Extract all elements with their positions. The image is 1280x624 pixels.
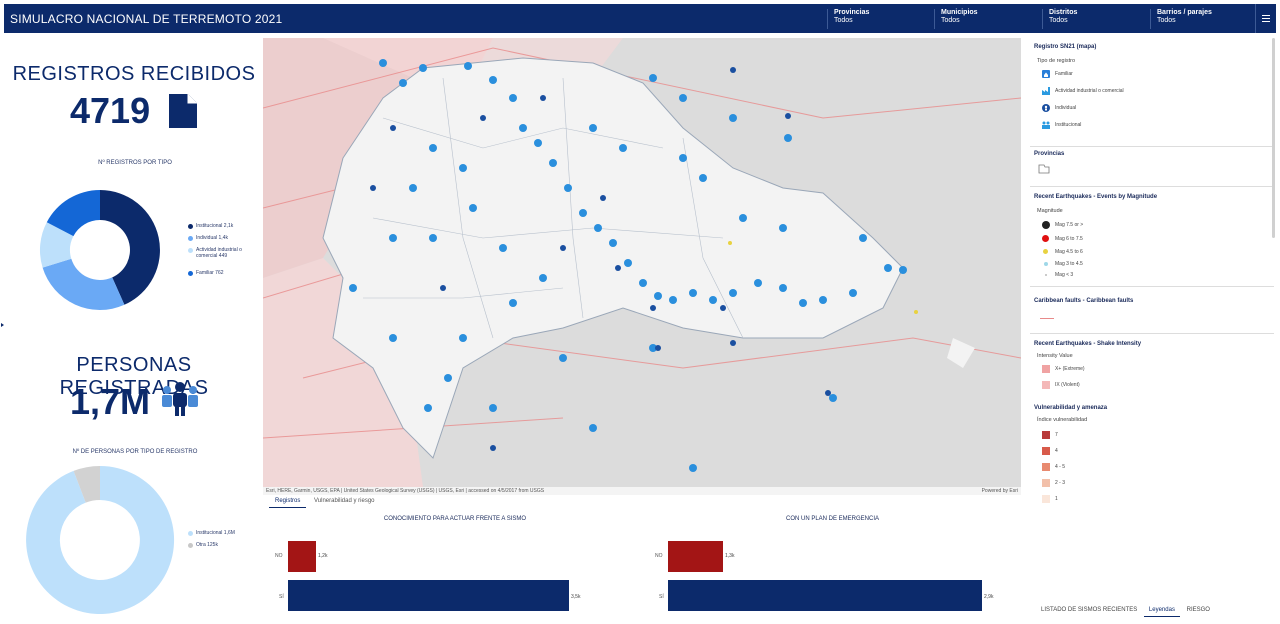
institution-icon [1042,121,1050,129]
legend-section-subtitle: Intensity Value [1037,353,1073,359]
bar-si [288,580,569,611]
filter-value: Todos [834,17,853,24]
bar-category-no: NO [655,553,663,559]
menu-icon[interactable] [1255,4,1276,33]
filter-municipios[interactable]: Municipios Todos [934,9,978,29]
tab-riesgo[interactable]: RIESGO [1182,605,1215,616]
tab-listado-sismos[interactable]: LISTADO DE SISMOS RECIENTES [1036,605,1142,616]
registros-title: REGISTROS RECIBIDOS [12,63,256,85]
donut-tipo-title: Nº REGISTROS POR TIPO [98,160,172,166]
bar-value-no: 1,3k [725,553,735,559]
legend-section-title: Caribbean faults - Caribbean faults [1034,298,1134,304]
legend-section-vulnerabilidad: Vulnerabilidad y amenaza Índice vulnerab… [1034,405,1108,503]
legend-section-shake: Recent Earthquakes - Shake Intensity Int… [1034,341,1142,389]
legend-panel: Registro SN21 (mapa) Tipo de registro Fa… [1030,38,1274,503]
person-pin-icon [1042,104,1050,112]
polygon-icon [1038,164,1050,174]
map-view[interactable] [263,38,1021,487]
legend-section-subtitle: Tipo de registro [1037,58,1076,64]
legend-section-title: Provincias [1034,151,1065,157]
slice-institucional [26,465,175,614]
filter-label: Municipios [941,9,978,16]
filter-value: Todos [941,17,960,24]
filter-barrios[interactable]: Barrios / parajes Todos [1150,9,1212,29]
slice-individual [42,258,125,311]
filter-label: Distritos [1049,9,1078,16]
filter-label: Barrios / parajes [1157,9,1212,16]
tab-registros[interactable]: Registros [269,496,307,508]
bottom-tabs: LISTADO DE SISMOS RECIENTES Leyendas RIE… [1036,605,1215,617]
legend-scrollbar[interactable] [1272,38,1275,238]
bar-value-si: 3,5k [571,594,581,600]
attribution-text: Esri, HERE, Garmin, USGS, EPA | United S… [266,488,545,494]
legend-section-title: Registro SN21 (mapa) [1034,44,1097,50]
people-icon [162,382,198,416]
chart-plan-title: CON UN PLAN DE EMERGENCIA [785,516,879,522]
bar-si [668,580,982,611]
bar-category-no: NO [275,553,283,559]
map-tabs: Registros Vulnerabilidad y riesgo [269,496,381,508]
collapse-panel-icon[interactable] [1,323,4,327]
personas-value: 1,7M [70,381,151,422]
filter-provincias[interactable]: Provincias Todos [827,9,869,29]
document-icon [169,94,197,128]
bar-category-si: SÍ [279,594,284,600]
legend-section-earthquakes: Recent Earthquakes - Events by Magnitude… [1030,186,1274,287]
map-attribution: Esri, HERE, Garmin, USGS, EPA | United S… [263,487,1021,495]
dashboard-title: SIMULACRO NACIONAL DE TERREMOTO 2021 [10,12,283,26]
legend-section-provincias: Provincias [1030,146,1274,187]
legend-section-registro: Registro SN21 (mapa) Tipo de registro Fa… [1030,38,1274,147]
legend-section-title: Recent Earthquakes - Events by Magnitude [1034,194,1158,200]
bar-no [668,541,723,572]
legend-section-faults: Caribbean faults - Caribbean faults [1030,286,1274,334]
house-icon [1042,70,1050,78]
filter-distritos[interactable]: Distritos Todos [1042,9,1077,29]
map-canvas [263,38,1021,487]
legend-section-title: Recent Earthquakes - Shake Intensity [1034,341,1142,347]
powered-by[interactable]: Powered by Esri [982,488,1018,494]
filter-value: Todos [1049,17,1068,24]
filter-value: Todos [1157,17,1176,24]
donut-personas-chart [26,465,175,614]
tab-leyendas[interactable]: Leyendas [1143,605,1180,617]
donut-tipo-chart [39,190,160,311]
fault-line-swatch [1040,318,1054,319]
chart-conocimiento-title: CONOCIMIENTO PARA ACTUAR FRENTE A SISMO [383,516,527,522]
registros-value: 4719 [70,90,151,131]
filter-label: Provincias [834,9,870,16]
legend-section-title: Vulnerabilidad y amenaza [1034,405,1108,411]
bar-category-si: SÍ [659,594,664,600]
donut-personas-title: Nº DE PERSONAS POR TIPO DE REGISTRO [72,449,198,455]
top-bar: SIMULACRO NACIONAL DE TERREMOTO 2021 Pro… [4,4,1276,33]
legend-section-subtitle: Índice vulnerabilidad [1037,417,1088,423]
bar-value-no: 1,2k [318,553,328,559]
bar-no [288,541,316,572]
legend-section-subtitle: Magnitude [1037,208,1063,214]
bar-value-si: 2,9k [984,594,994,600]
factory-icon [1042,87,1050,95]
tab-vulnerabilidad[interactable]: Vulnerabilidad y riesgo [308,496,380,507]
